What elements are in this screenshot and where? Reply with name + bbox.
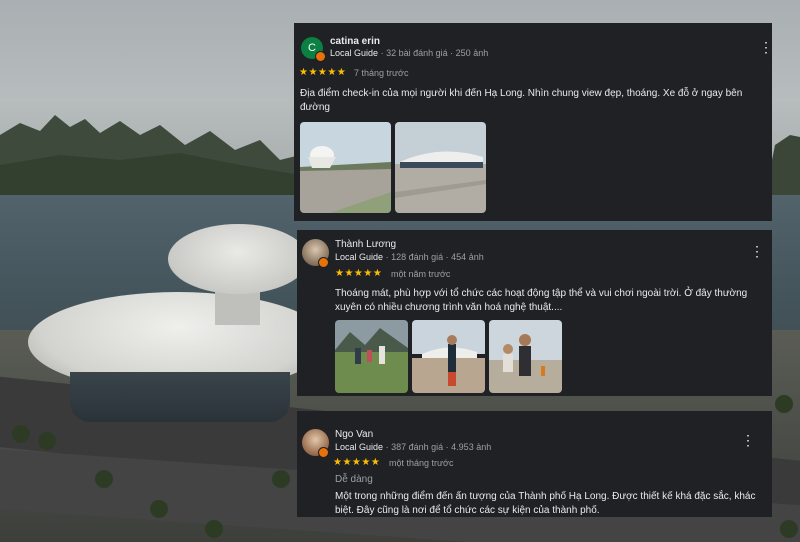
review-count: 128 đánh giá bbox=[391, 252, 444, 262]
theater-top-disk bbox=[168, 224, 308, 294]
star-rating: ★★★★★ bbox=[299, 67, 347, 78]
photo-plaza-sculpture bbox=[300, 122, 391, 213]
photo-park-family bbox=[335, 320, 408, 393]
review-time: một năm trước bbox=[391, 269, 451, 279]
tree bbox=[150, 500, 168, 518]
review-photo[interactable] bbox=[412, 320, 485, 393]
photo-count: 4.953 ảnh bbox=[451, 442, 492, 452]
review-time: 7 tháng trước bbox=[354, 68, 409, 78]
review-subtitle: Dễ dàng bbox=[335, 474, 373, 485]
photo-plaza-theater bbox=[395, 122, 486, 213]
review-photo[interactable] bbox=[300, 122, 391, 213]
review-card: C catina erin Local Guide · 32 bài đánh … bbox=[294, 23, 773, 221]
more-options-icon[interactable]: ⋮ bbox=[741, 433, 755, 447]
author-meta: Local Guide · 32 bài đánh giá · 250 ảnh bbox=[330, 48, 489, 58]
review-count: 387 đánh giá bbox=[391, 442, 444, 452]
theater-base bbox=[70, 372, 290, 422]
tree bbox=[775, 395, 793, 413]
tree bbox=[780, 520, 798, 538]
author-name[interactable]: Ngo Van bbox=[335, 429, 373, 440]
review-photo[interactable] bbox=[335, 320, 408, 393]
author-meta: Local Guide · 128 đánh giá · 454 ảnh bbox=[335, 252, 484, 262]
photo-count: 454 ảnh bbox=[451, 252, 484, 262]
tree bbox=[272, 470, 290, 488]
review-photo[interactable] bbox=[489, 320, 562, 393]
local-guide-badge-icon bbox=[315, 51, 326, 62]
photo-father-child bbox=[489, 320, 562, 393]
review-text: Địa điểm check-in của mọi người khi đến … bbox=[300, 88, 743, 113]
review-card: Ngo Van Local Guide · 387 đánh giá · 4.9… bbox=[297, 411, 772, 517]
tree bbox=[95, 470, 113, 488]
star-rating: ★★★★★ bbox=[335, 268, 383, 279]
review-text: Thoáng mát, phù hợp với tổ chức các hoạt… bbox=[335, 288, 748, 313]
more-options-icon[interactable]: ⋮ bbox=[759, 40, 773, 54]
review-time: một tháng trước bbox=[389, 458, 454, 468]
author-name[interactable]: catina erin bbox=[330, 36, 380, 47]
review-count: 32 bài đánh giá bbox=[386, 48, 448, 58]
star-rating: ★★★★★ bbox=[333, 457, 381, 468]
review-photo[interactable] bbox=[395, 122, 486, 213]
author-meta: Local Guide · 387 đánh giá · 4.953 ảnh bbox=[335, 442, 492, 452]
local-guide-label: Local Guide bbox=[335, 442, 384, 452]
photo-child-plaza bbox=[412, 320, 485, 393]
local-guide-label: Local Guide bbox=[335, 252, 384, 262]
avatar-letter: C bbox=[308, 42, 316, 54]
more-options-icon[interactable]: ⋮ bbox=[750, 244, 764, 258]
local-guide-badge-icon bbox=[318, 257, 329, 268]
review-card: Thành Lương Local Guide · 128 đánh giá ·… bbox=[297, 230, 772, 396]
tree bbox=[205, 520, 223, 538]
photo-count: 250 ảnh bbox=[455, 48, 489, 58]
local-guide-badge-icon bbox=[318, 447, 329, 458]
tree bbox=[12, 425, 30, 443]
review-text: Một trong những điểm đến ấn tượng của Th… bbox=[335, 491, 756, 516]
author-name[interactable]: Thành Lương bbox=[335, 239, 396, 250]
local-guide-label: Local Guide bbox=[330, 48, 379, 58]
tree bbox=[38, 432, 56, 450]
